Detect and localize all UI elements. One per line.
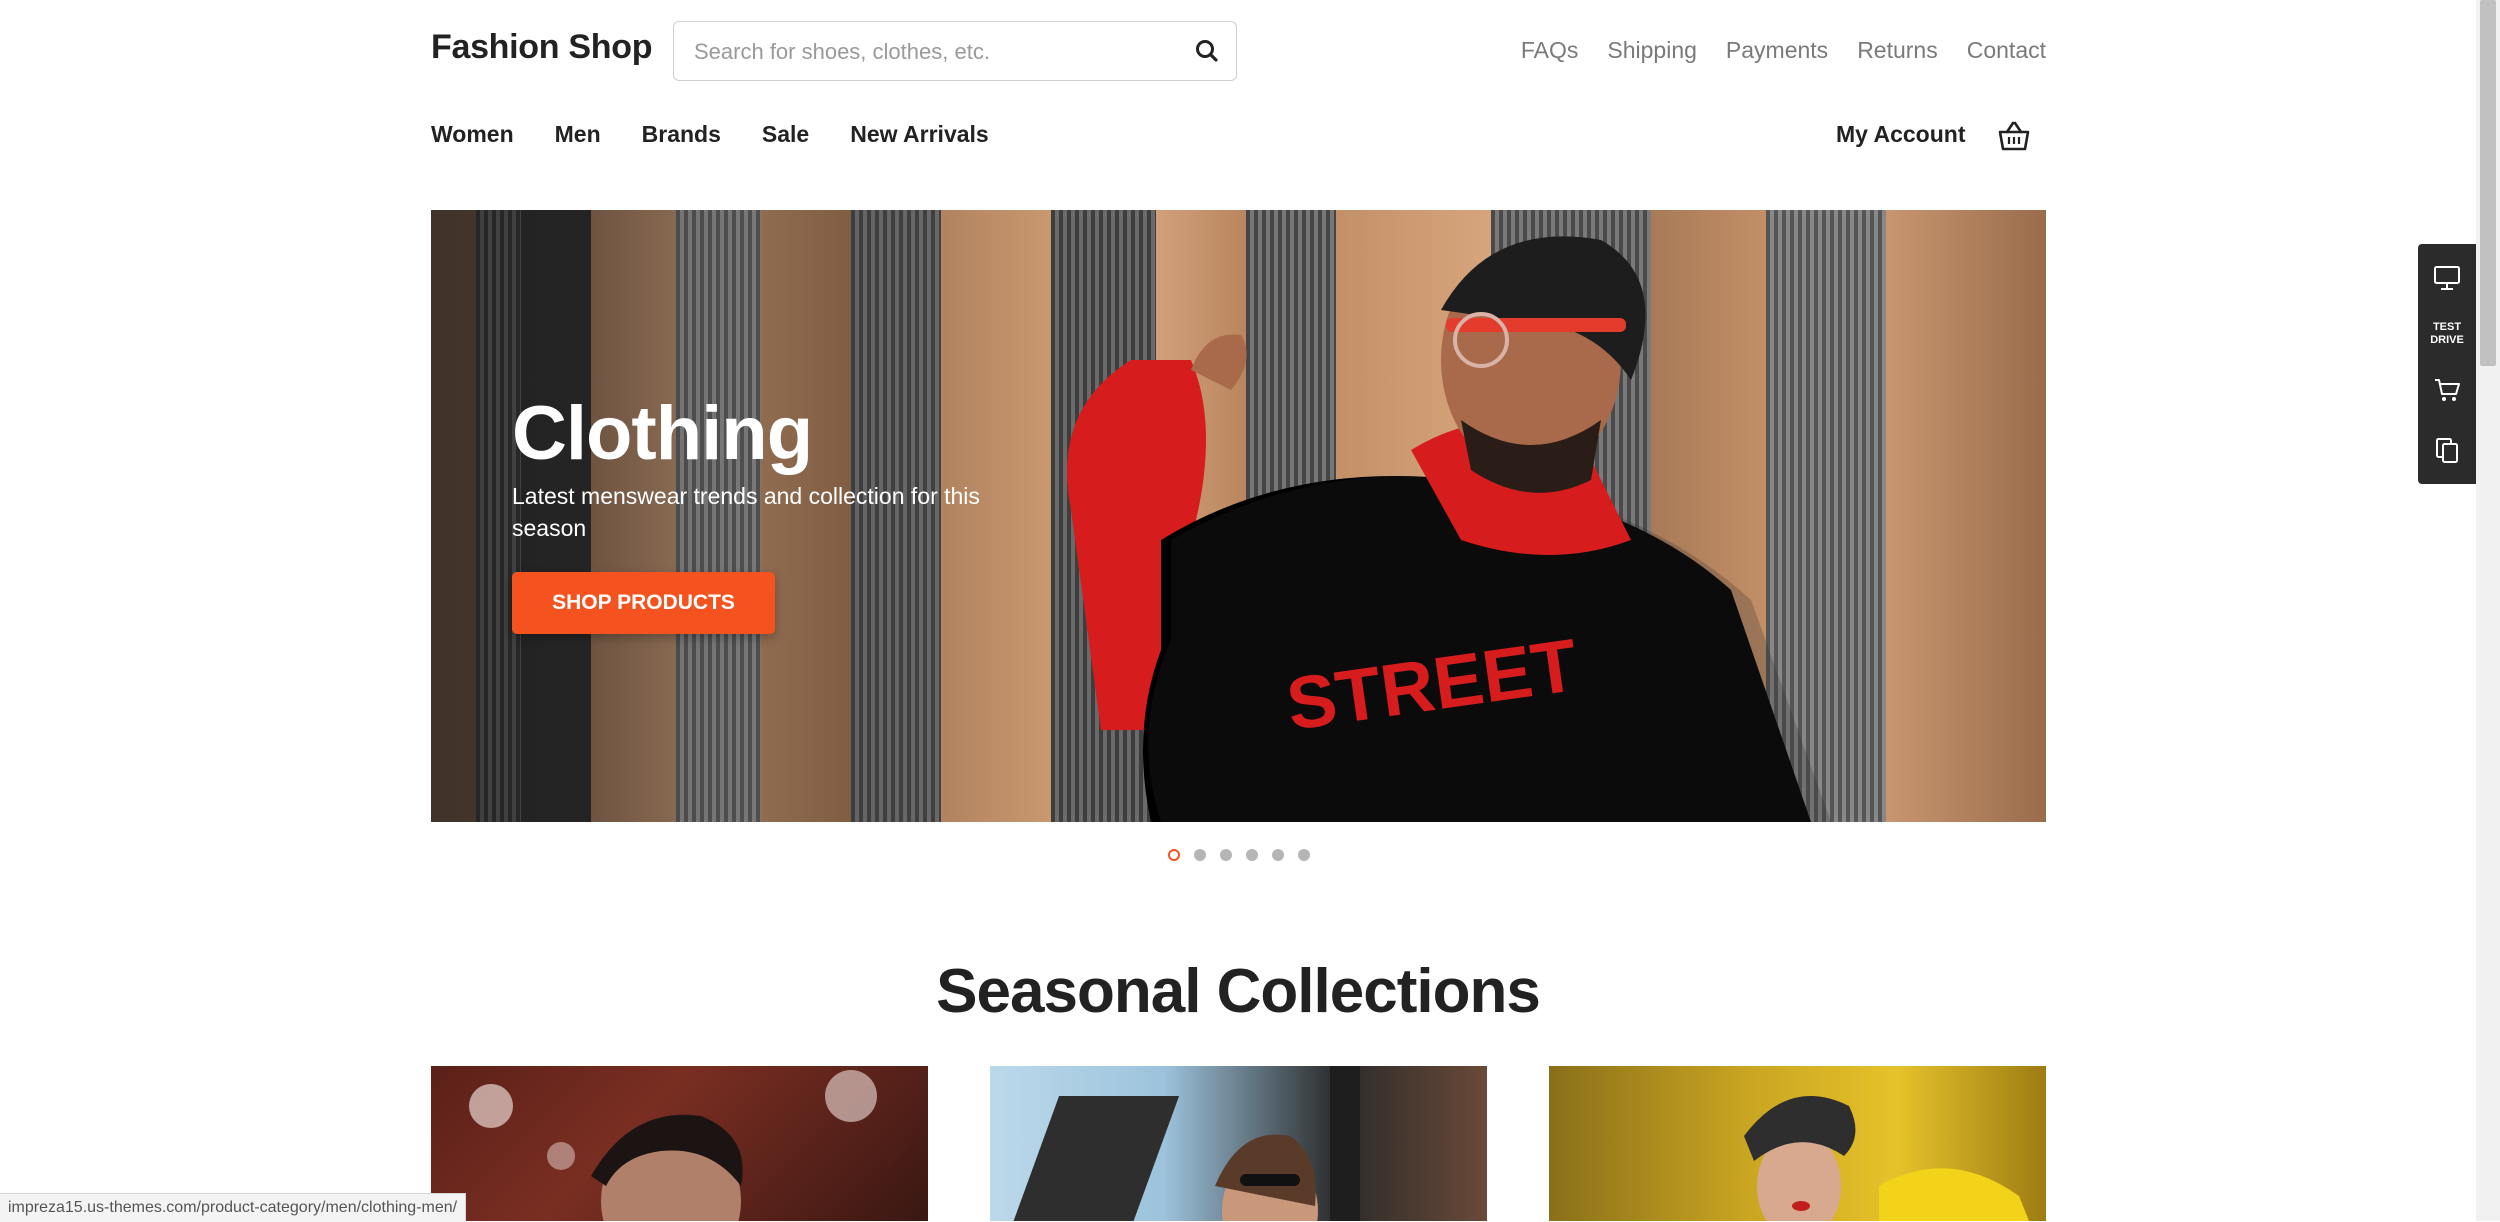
- top-links: FAQs Shipping Payments Returns Contact: [1521, 37, 2046, 64]
- copy-icon: [2436, 438, 2458, 463]
- status-bar-url: impreza15.us-themes.com/product-category…: [0, 1193, 467, 1222]
- collection-card[interactable]: [990, 1066, 1487, 1221]
- hero-slider: STREET Clothing Latest menswear trends a…: [431, 210, 2046, 822]
- section-title: Seasonal Collections: [936, 957, 1541, 1026]
- slider-dot[interactable]: [1168, 849, 1180, 861]
- slider-dot[interactable]: [1194, 849, 1206, 861]
- page-scrollbar[interactable]: [2476, 0, 2500, 1221]
- copy-button[interactable]: [2418, 428, 2476, 472]
- nav-item-sale[interactable]: Sale: [762, 121, 809, 148]
- cart-icon: [2435, 379, 2460, 401]
- collection-image: [1013, 1066, 1360, 1221]
- hero-model-figure: STREET: [1067, 236, 1831, 822]
- test-drive-button[interactable]: TEST DRIVE: [2418, 314, 2476, 354]
- top-link-returns[interactable]: Returns: [1857, 37, 1938, 64]
- nav-item-men[interactable]: Men: [555, 121, 601, 148]
- slider-dot[interactable]: [1272, 849, 1284, 861]
- top-link-faqs[interactable]: FAQs: [1521, 37, 1579, 64]
- hero-title: Clothing: [512, 391, 813, 476]
- my-account-link[interactable]: My Account: [1836, 121, 1966, 148]
- collection-image: [1744, 1096, 2029, 1221]
- monitor-icon: [2434, 266, 2460, 290]
- slider-dot[interactable]: [1220, 849, 1232, 861]
- basket-icon[interactable]: [1996, 118, 2032, 154]
- collection-image: [469, 1070, 877, 1221]
- collection-card[interactable]: [431, 1066, 928, 1221]
- search-input[interactable]: [692, 22, 1176, 82]
- search-icon[interactable]: [1190, 34, 1224, 68]
- monitor-button[interactable]: [2418, 256, 2476, 300]
- cart-button[interactable]: [2418, 368, 2476, 412]
- side-tools-panel: TEST DRIVE: [2418, 244, 2476, 484]
- top-link-shipping[interactable]: Shipping: [1607, 37, 1697, 64]
- slider-dot[interactable]: [1298, 849, 1310, 861]
- nav-item-new-arrivals[interactable]: New Arrivals: [850, 121, 989, 148]
- test-drive-label: TEST DRIVE: [2430, 321, 2464, 346]
- nav-item-women[interactable]: Women: [431, 121, 514, 148]
- top-link-contact[interactable]: Contact: [1967, 37, 2046, 64]
- search-box[interactable]: [673, 21, 1237, 82]
- main-nav: Women Men Brands Sale New Arrivals: [431, 121, 989, 148]
- shop-products-button[interactable]: SHOP PRODUCTS: [512, 572, 775, 634]
- slider-pagination: [1168, 849, 1310, 861]
- hero-subtitle: Latest menswear trends and collection fo…: [512, 483, 980, 541]
- slider-dot[interactable]: [1246, 849, 1258, 861]
- scrollbar-thumb[interactable]: [2480, 0, 2496, 366]
- site-logo[interactable]: Fashion Shop: [431, 28, 652, 67]
- collection-card[interactable]: [1549, 1066, 2046, 1221]
- top-link-payments[interactable]: Payments: [1726, 37, 1828, 64]
- nav-item-brands[interactable]: Brands: [642, 121, 721, 148]
